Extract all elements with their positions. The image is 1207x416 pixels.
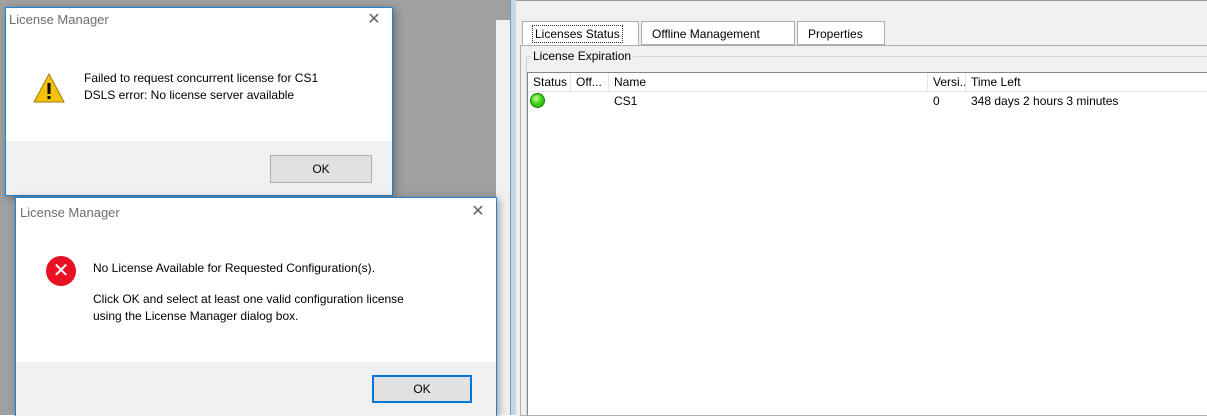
dialog-titlebar: License Manager ✕ [16, 198, 496, 228]
dialog-title: License Manager [9, 12, 109, 27]
ok-button[interactable]: OK [270, 155, 372, 183]
time-left-cell: 348 days 2 hours 3 minutes [971, 94, 1119, 108]
error-message-line1: No License Available for Requested Confi… [93, 261, 375, 275]
column-status[interactable]: Status [528, 73, 571, 91]
dialog-footer: OK [6, 141, 392, 195]
status-cell [528, 92, 571, 110]
error-icon: ✕ [46, 256, 76, 286]
dialog-footer: OK [16, 362, 496, 416]
tab-label: Offline Management [652, 27, 760, 41]
list-header: Status Off... Name Versi... Time Left [528, 73, 1207, 92]
license-list[interactable]: Status Off... Name Versi... Time Left CS… [527, 72, 1207, 415]
license-manager-window: Licenses Status Offline Management Prope… [516, 0, 1207, 416]
tab-label: Properties [808, 27, 863, 41]
column-offline[interactable]: Off... [571, 73, 609, 91]
error-message-line2: Click OK and select at least one valid c… [93, 292, 404, 306]
background-window-fragment [496, 20, 510, 415]
dialog-body: Failed to request concurrent license for… [6, 38, 392, 141]
tab-licenses-status[interactable]: Licenses Status [522, 21, 639, 46]
warning-message-line1: Failed to request concurrent license for… [84, 71, 319, 85]
column-version[interactable]: Versi... [928, 73, 966, 91]
dialog-body: ✕ No License Available for Requested Con… [16, 228, 496, 362]
close-icon[interactable]: ✕ [360, 8, 388, 32]
table-row[interactable]: CS1 0 348 days 2 hours 3 minutes [528, 92, 1207, 110]
group-title: License Expiration [531, 49, 634, 63]
column-name[interactable]: Name [609, 73, 928, 91]
tab-offline-management[interactable]: Offline Management [641, 21, 795, 45]
error-dialog: License Manager ✕ ✕ No License Available… [15, 197, 497, 416]
tab-properties[interactable]: Properties [797, 21, 885, 45]
version-cell: 0 [933, 94, 940, 108]
close-icon[interactable]: ✕ [464, 200, 492, 224]
warning-message-line2: DSLS error: No license server available [84, 88, 295, 102]
column-time-left[interactable]: Time Left [966, 73, 1207, 91]
name-cell: CS1 [614, 94, 638, 108]
warning-dialog: License Manager ✕ Failed to request conc… [5, 7, 393, 196]
dialog-title: License Manager [20, 205, 120, 220]
warning-icon [33, 72, 65, 103]
tab-label: Licenses Status [532, 25, 623, 43]
offline-cell [571, 92, 609, 110]
status-ok-icon [530, 93, 545, 108]
ok-button[interactable]: OK [372, 375, 472, 403]
dialog-titlebar: License Manager ✕ [6, 8, 392, 38]
tab-content: License Expiration Status Off... Name Ve… [520, 45, 1207, 416]
error-message-line3: using the License Manager dialog box. [93, 309, 299, 323]
